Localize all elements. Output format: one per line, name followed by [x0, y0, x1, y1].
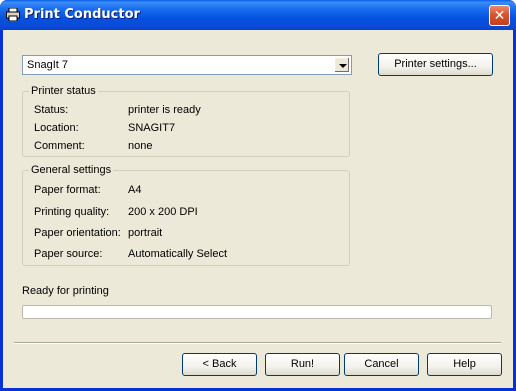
chevron-down-icon[interactable]	[334, 57, 350, 73]
status-message: Ready for printing	[22, 285, 109, 297]
footer-separator	[14, 342, 501, 344]
title-bar[interactable]: Print Conductor ✕	[0, 0, 516, 30]
printing-quality-value: 200 x 200 DPI	[128, 206, 198, 218]
printer-status-heading: Printer status	[29, 85, 98, 97]
status-value: printer is ready	[128, 104, 201, 116]
paper-source-label: Paper source:	[34, 248, 103, 260]
printing-quality-label: Printing quality:	[34, 206, 110, 218]
run-button[interactable]: Run!	[265, 353, 340, 376]
dialog-window: Print Conductor ✕ SnagIt 7 Printer setti…	[0, 0, 516, 391]
comment-value: none	[128, 140, 153, 152]
paper-format-value: A4	[128, 184, 142, 196]
close-icon: ✕	[493, 7, 506, 23]
general-settings-heading: General settings	[29, 164, 114, 176]
comment-label: Comment:	[34, 140, 85, 152]
back-button[interactable]: < Back	[182, 353, 257, 376]
paper-source-value: Automatically Select	[128, 248, 228, 260]
printer-select-value: SnagIt 7	[27, 59, 68, 71]
location-value: SNAGIT7	[128, 122, 176, 134]
printer-settings-button[interactable]: Printer settings...	[378, 53, 493, 76]
printer-icon	[6, 8, 20, 21]
dialog-body: SnagIt 7 Printer settings... Printer sta…	[3, 30, 513, 388]
status-label: Status:	[34, 104, 69, 116]
printer-status-group: Printer status Status: printer is ready …	[22, 85, 350, 157]
paper-format-label: Paper format:	[34, 184, 101, 196]
printer-select[interactable]: SnagIt 7	[22, 55, 352, 75]
cancel-button[interactable]: Cancel	[344, 353, 419, 376]
location-label: Location:	[34, 122, 79, 134]
paper-orientation-label: Paper orientation:	[34, 227, 121, 239]
help-button[interactable]: Help	[427, 353, 502, 376]
window-title: Print Conductor	[24, 7, 140, 22]
close-button[interactable]: ✕	[489, 5, 510, 26]
print-progress-bar	[22, 305, 492, 319]
paper-orientation-value: portrait	[128, 227, 163, 239]
general-settings-group: General settings Paper format: A4 Printi…	[22, 164, 350, 266]
